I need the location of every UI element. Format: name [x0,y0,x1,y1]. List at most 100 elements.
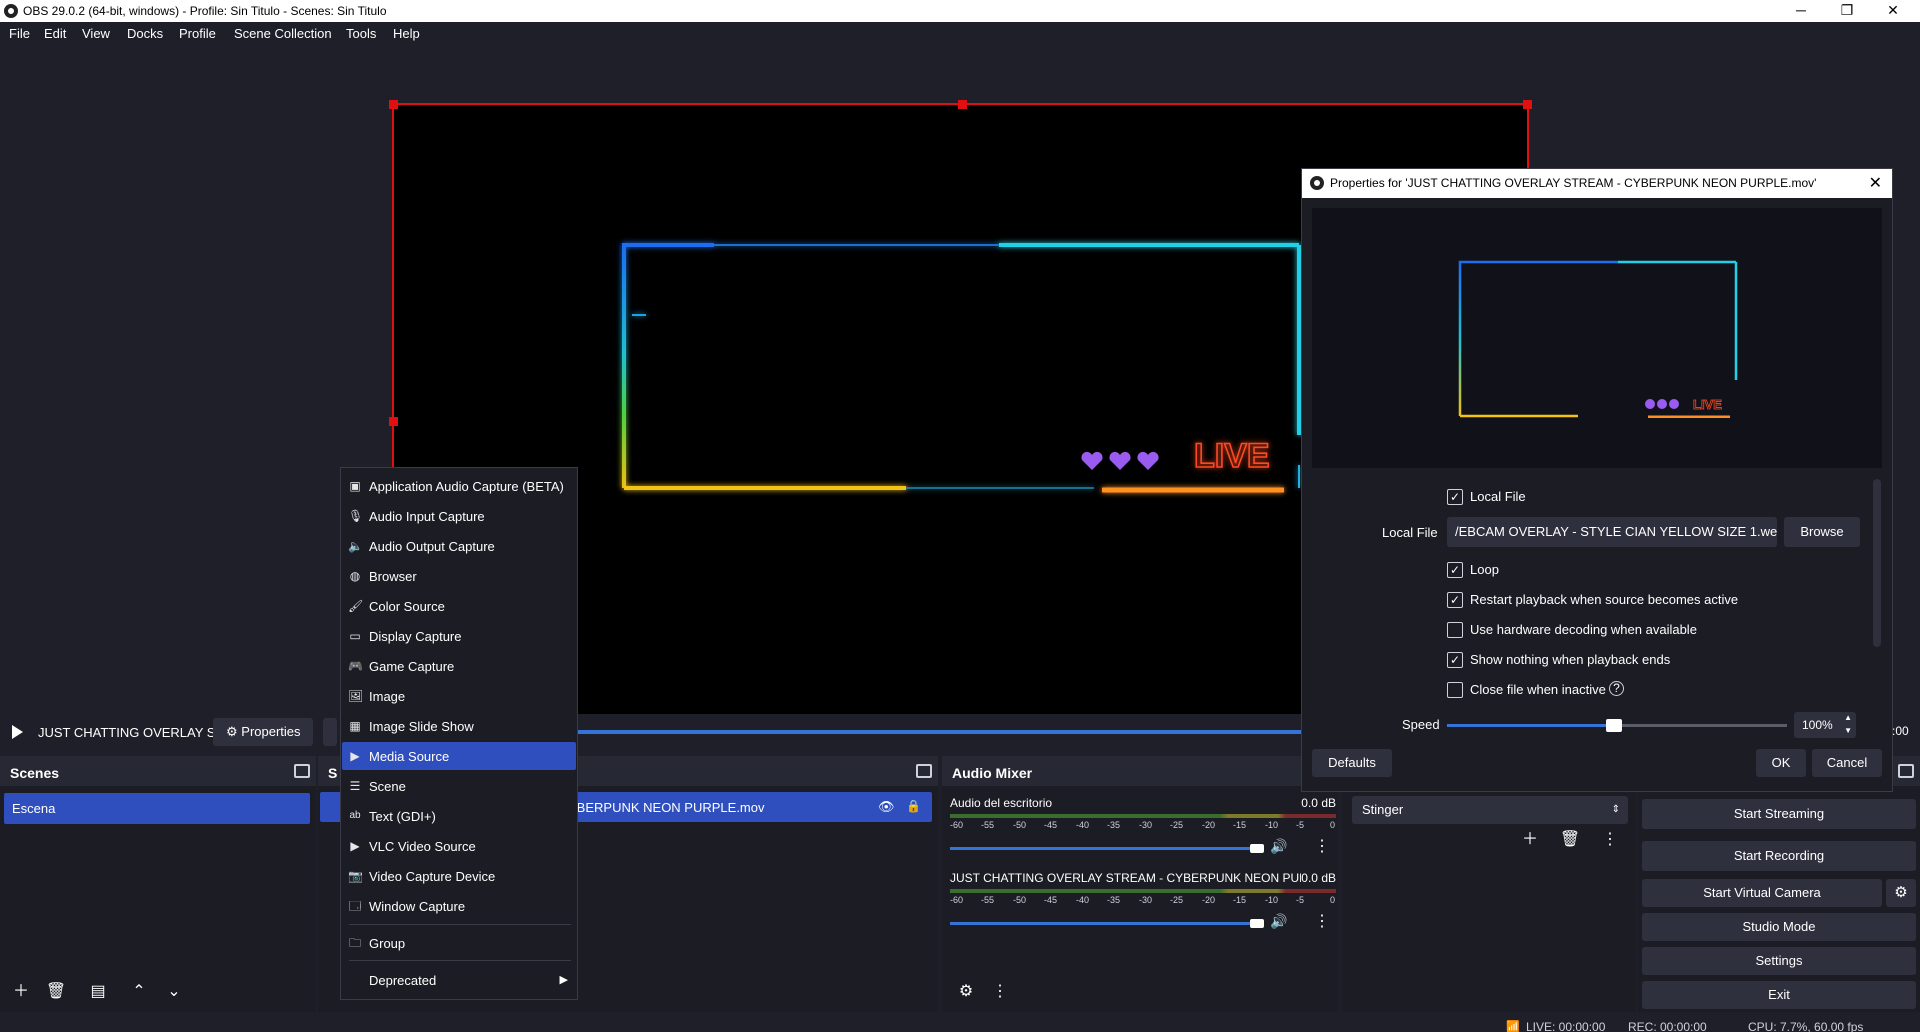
resize-handle[interactable] [389,100,398,109]
menu-item-deprecated[interactable]: Deprecated ▶ [342,966,576,994]
maximize-button[interactable]: ❐ [1824,0,1870,22]
start-streaming-button[interactable]: Start Streaming [1642,799,1916,829]
start-recording-button[interactable]: Start Recording [1642,841,1916,871]
status-bar: 📶 LIVE: 00:00:00 REC: 00:00:00 CPU: 7.7%… [0,1012,1920,1032]
scene-filters-button[interactable]: ▤ [84,978,112,1006]
add-transition-button[interactable]: ＋ [1516,826,1544,854]
filters-button[interactable] [323,718,337,746]
undock-icon[interactable] [916,764,932,778]
media-progress-bar[interactable] [578,730,1308,734]
studio-mode-button[interactable]: Studio Mode [1642,913,1916,941]
menu-docks[interactable]: Docks [127,26,163,41]
volume-slider[interactable] [950,844,1264,853]
scenes-toolbar: ＋ 🗑 ▤ ⌃ ⌄ [0,972,316,1012]
restart-playback-checkbox[interactable]: ✓ [1447,592,1463,608]
remove-transition-button[interactable]: 🗑 [1556,826,1584,854]
volume-meter [950,814,1336,818]
scene-item[interactable]: Escena [4,793,310,824]
resize-handle[interactable] [389,417,398,426]
exit-button[interactable]: Exit [1642,981,1916,1009]
cpu-fps: CPU: 7.7%, 60.00 fps [1748,1020,1864,1032]
menu-item-display-capture[interactable]: ▭ Display Capture [342,622,576,650]
ok-button[interactable]: OK [1756,749,1806,777]
show-nothing-checkbox[interactable]: ✓ [1447,652,1463,668]
minimize-button[interactable]: ─ [1778,0,1824,22]
undock-icon[interactable] [294,764,310,778]
menu-item-video-capture-device[interactable]: 📷 Video Capture Device [342,862,576,890]
move-up-button[interactable]: ⌃ [125,978,153,1006]
advanced-audio-icon[interactable]: ⚙ [952,978,980,1006]
speed-spinbox[interactable]: 100% ▲ ▼ [1794,712,1856,738]
defaults-button[interactable]: Defaults [1312,749,1392,777]
loop-checkbox[interactable]: ✓ [1447,562,1463,578]
add-scene-button[interactable]: ＋ [7,978,35,1006]
spin-arrows-icon[interactable]: ▲ ▼ [1844,711,1852,737]
menu-item-audio-output-capture[interactable]: 🔈 Audio Output Capture [342,532,576,560]
eye-icon[interactable]: 👁 [878,799,895,815]
transitions-dock: Stinger ⇕ ＋ 🗑 ⋮ [1342,756,1636,1012]
browse-button[interactable]: Browse [1784,517,1860,547]
play-icon[interactable] [12,725,23,739]
speaker-icon[interactable]: 🔊 [1270,838,1287,855]
dialog-close-button[interactable]: ✕ [1869,173,1882,193]
speed-slider[interactable] [1447,719,1787,732]
start-virtual-camera-button[interactable]: Start Virtual Camera [1642,879,1882,907]
brush-icon: 🖌 [348,599,364,613]
mixer-menu-icon[interactable]: ⋮ [986,978,1014,1006]
audio-mixer-header: Audio Mixer [942,756,1338,786]
resize-handle[interactable] [958,100,967,109]
menu-tools[interactable]: Tools [346,26,376,41]
menu-item-image[interactable]: 🖼 Image [342,682,576,710]
dialog-scrollbar[interactable] [1873,479,1881,647]
gamepad-icon: 🎮 [348,659,363,673]
hardware-decoding-checkbox[interactable] [1447,622,1463,638]
remove-scene-button[interactable]: 🗑 [42,978,70,1006]
menu-help[interactable]: Help [393,26,420,41]
help-icon[interactable]: ? [1609,681,1624,696]
menu-item-group[interactable]: 🗀 Group [342,929,576,957]
undock-icon[interactable] [1898,764,1914,778]
close-file-inactive-checkbox[interactable] [1447,682,1463,698]
track-name: Audio del escritorio [950,796,1053,810]
settings-button[interactable]: Settings [1642,947,1916,975]
menu-item-game-capture[interactable]: 🎮 Game Capture [342,652,576,680]
transition-menu-icon[interactable]: ⋮ [1596,826,1624,854]
speaker-icon: 🔈 [348,539,363,553]
menu-profile[interactable]: Profile [179,26,216,41]
menu-item-color-source[interactable]: 🖌 Color Source [342,592,576,620]
speaker-icon[interactable]: 🔊 [1270,913,1287,930]
local-file-checkbox[interactable]: ✓ [1447,489,1463,505]
virtual-camera-settings-icon[interactable]: ⚙ [1886,879,1916,907]
volume-meter [950,889,1336,893]
menu-scene-collection[interactable]: Scene Collection [234,26,332,41]
dialog-title: Properties for 'JUST CHATTING OVERLAY ST… [1330,176,1817,190]
menu-item-text-gdi[interactable]: ab Text (GDI+) [342,802,576,830]
menu-item-application-audio-capture[interactable]: ▣ Application Audio Capture (BETA) [342,472,576,500]
menu-view[interactable]: View [82,26,110,41]
track-menu-icon[interactable]: ⋮ [1314,836,1330,856]
menu-item-window-capture[interactable]: 🗔 Window Capture [342,892,576,920]
source-item-label: YBERPUNK NEON PURPLE.mov [568,800,765,815]
speed-slider-knob[interactable] [1605,719,1622,732]
menu-item-media-source[interactable]: ▶ Media Source [342,742,576,770]
menu-item-scene[interactable]: ☰ Scene [342,772,576,800]
menu-item-browser[interactable]: ◍ Browser [342,562,576,590]
menu-item-audio-input-capture[interactable]: 🎙 Audio Input Capture [342,502,576,530]
track-menu-icon[interactable]: ⋮ [1314,911,1330,931]
transition-select[interactable]: Stinger ⇕ [1352,796,1628,824]
menu-edit[interactable]: Edit [44,26,66,41]
volume-slider[interactable] [950,919,1264,928]
resize-handle[interactable] [1523,100,1532,109]
local-file-path-field[interactable]: /EBCAM OVERLAY - STYLE CIAN YELLOW SIZE … [1447,517,1777,547]
menu-file[interactable]: File [9,26,30,41]
cancel-button[interactable]: Cancel [1812,749,1882,777]
menu-item-image-slide-show[interactable]: ▦ Image Slide Show [342,712,576,740]
close-button[interactable]: ✕ [1870,0,1916,22]
move-down-button[interactable]: ⌄ [160,978,188,1006]
globe-icon: ◍ [349,569,361,583]
media-time: :00 [1892,724,1909,738]
menu-item-vlc-video-source[interactable]: ▶ VLC Video Source [342,832,576,860]
lock-icon[interactable]: 🔒 [906,799,921,813]
dialog-preview: LIVE [1312,208,1882,468]
properties-button[interactable]: ⚙ Properties [213,718,313,746]
